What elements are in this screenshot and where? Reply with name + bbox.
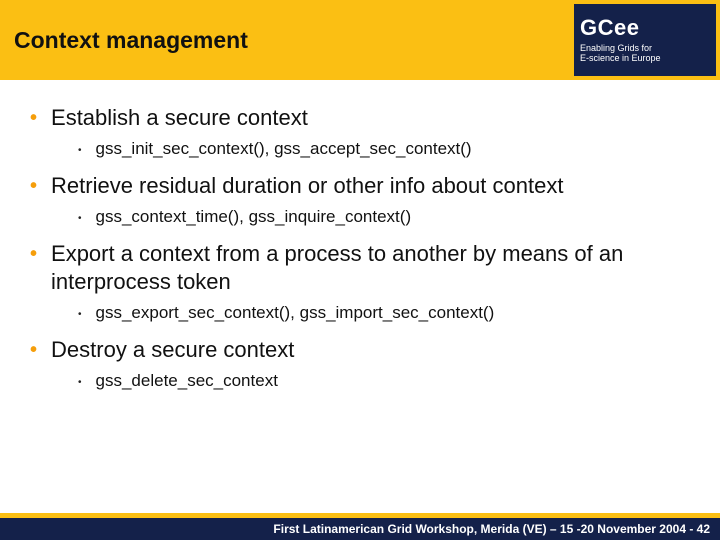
sub-bullet-icon: • [78,304,82,326]
sub-bullet-icon: • [78,372,82,394]
sub-bullet-item: • gss_context_time(), gss_inquire_contex… [78,206,700,230]
sub-bullet-text: gss_context_time(), gss_inquire_context(… [96,206,412,228]
bullet-text: Export a context from a process to anoth… [51,240,700,296]
slide-title: Context management [14,27,248,54]
sub-bullet-text: gss_delete_sec_context [96,370,278,392]
bullet-icon: • [30,172,37,200]
bullet-icon: • [30,104,37,132]
footer-bar: First Latinamerican Grid Workshop, Merid… [0,518,720,540]
bullet-text: Destroy a secure context [51,336,294,364]
logo-tagline: Enabling Grids for E-science in Europe [580,43,710,64]
sub-bullet-text: gss_export_sec_context(), gss_import_sec… [96,302,495,324]
sub-bullet-icon: • [78,208,82,230]
bullet-text: Retrieve residual duration or other info… [51,172,563,200]
sub-bullet-text: gss_init_sec_context(), gss_accept_sec_c… [96,138,472,160]
logo-text: GCee [580,17,710,39]
bullet-icon: • [30,240,37,268]
bullet-text: Establish a secure context [51,104,308,132]
sub-bullet-item: • gss_export_sec_context(), gss_import_s… [78,302,700,326]
bullet-item: • Export a context from a process to ano… [30,240,700,326]
sub-bullet-item: • gss_init_sec_context(), gss_accept_sec… [78,138,700,162]
bullet-item: • Establish a secure context • gss_init_… [30,104,700,162]
header-bar: Context management GCee Enabling Grids f… [0,0,720,80]
sub-bullet-item: • gss_delete_sec_context [78,370,700,394]
bullet-icon: • [30,336,37,364]
slide-body: • Establish a secure context • gss_init_… [0,80,720,513]
slide: Context management GCee Enabling Grids f… [0,0,720,540]
egee-logo: GCee Enabling Grids for E-science in Eur… [574,4,716,76]
sub-bullet-icon: • [78,140,82,162]
footer-text: First Latinamerican Grid Workshop, Merid… [273,522,710,536]
bullet-item: • Retrieve residual duration or other in… [30,172,700,230]
bullet-item: • Destroy a secure context • gss_delete_… [30,336,700,394]
